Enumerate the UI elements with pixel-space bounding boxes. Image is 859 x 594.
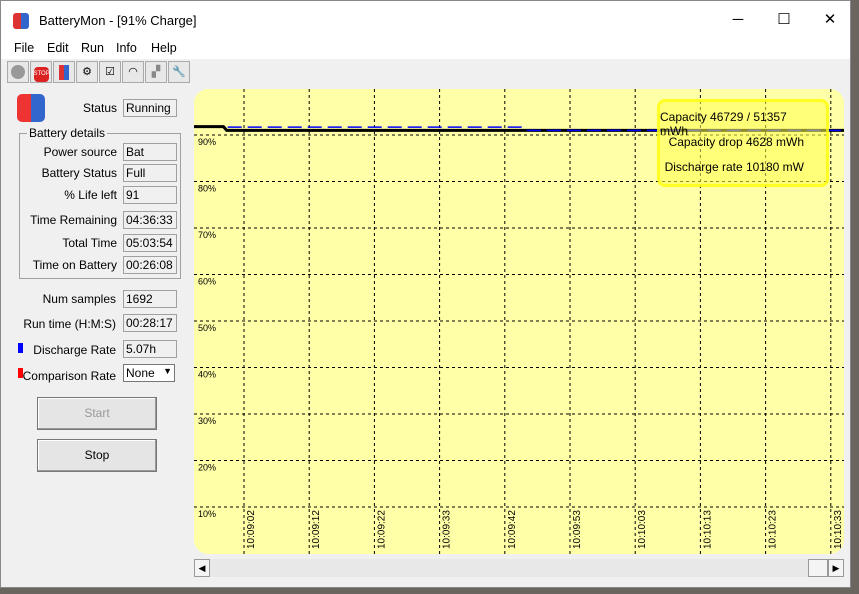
time-remaining-field: 04:36:33 [123, 211, 177, 229]
x-tick-label: 10:09:22 [376, 510, 387, 549]
stop-icon[interactable]: STOP [30, 61, 52, 83]
x-tick-label: 10:10:23 [768, 510, 779, 549]
life-left-field: 91 [123, 186, 177, 204]
batterymon-window: BatteryMon - [91% Charge] ─ ☐ ✕ File Edi… [0, 0, 851, 588]
comparison-rate-select[interactable]: None ▼ [123, 364, 175, 382]
menu-help[interactable]: Help [151, 41, 177, 55]
total-time-field: 05:03:54 [123, 234, 177, 252]
num-samples-field: 1692 [123, 290, 177, 308]
record-icon[interactable] [7, 61, 29, 83]
y-tick-label: 10% [198, 509, 216, 519]
menu-bar: File Edit Run Info Help [1, 39, 850, 59]
menu-run[interactable]: Run [81, 41, 104, 55]
horizontal-scrollbar[interactable]: ◀ ▶ [194, 559, 844, 577]
y-tick-label: 30% [198, 416, 216, 426]
y-tick-label: 20% [198, 463, 216, 473]
power-source-field: Bat [123, 143, 177, 161]
y-tick-label: 80% [198, 184, 216, 194]
start-button[interactable]: Start [37, 397, 157, 430]
x-tick-label: 10:09:53 [572, 510, 583, 549]
menu-edit[interactable]: Edit [47, 41, 69, 55]
discharge-rate-label: Discharge Rate [33, 343, 116, 357]
comparison-rate-value: None [126, 366, 155, 380]
x-tick-label: 10:09:33 [442, 510, 453, 549]
title-bar: BatteryMon - [91% Charge] ─ ☐ ✕ [1, 1, 850, 39]
y-tick-label: 40% [198, 370, 216, 380]
legend-discharge-rate: Discharge rate 10180 mW [664, 160, 804, 174]
x-tick-label: 10:09:02 [246, 510, 257, 549]
x-tick-label: 10:10:13 [702, 510, 713, 549]
legend-capacity: Capacity 46729 / 51357 mWh [660, 110, 787, 138]
time-remaining-label: Time Remaining [30, 213, 117, 227]
num-samples-label: Num samples [42, 292, 116, 306]
time-on-battery-label: Time on Battery [32, 258, 117, 272]
scroll-thumb[interactable] [808, 559, 828, 577]
tools-icon[interactable]: 🔧 [168, 61, 190, 83]
chart-legend: Capacity 46729 / 51357 mWh Capacity drop… [657, 99, 829, 187]
y-tick-label: 70% [198, 230, 216, 240]
app-icon [13, 13, 29, 29]
puzzle-icon[interactable]: ▞ [145, 61, 167, 83]
battery-details-title: Battery details [27, 126, 108, 140]
y-tick-label: 50% [198, 323, 216, 333]
menu-info[interactable]: Info [116, 41, 137, 55]
x-tick-label: 10:10:03 [637, 510, 648, 549]
chevron-down-icon: ▼ [163, 366, 172, 376]
x-tick-label: 10:09:12 [311, 510, 322, 549]
run-time-field: 00:28:17 [123, 314, 177, 332]
status-field: Running [123, 99, 177, 117]
discharge-rate-field: 5.07h [123, 340, 177, 358]
minimize-button[interactable]: ─ [715, 1, 761, 39]
scroll-right-arrow-icon[interactable]: ▶ [828, 559, 844, 577]
power-source-label: Power source [43, 145, 117, 159]
total-time-label: Total Time [62, 236, 117, 250]
window-title: BatteryMon - [91% Charge] [39, 13, 197, 28]
status-label: Status [82, 101, 117, 115]
x-tick-label: 10:09:42 [507, 510, 518, 549]
gauge-icon[interactable]: ◠ [122, 61, 144, 83]
run-time-label: Run time (H:M:S) [23, 317, 116, 331]
x-tick-label: 10:10:33 [833, 510, 844, 549]
battery-status-label: Battery Status [41, 166, 117, 180]
maximize-button[interactable]: ☐ [761, 1, 807, 39]
battery-icon[interactable] [53, 61, 75, 83]
life-left-label: % Life left [64, 188, 117, 202]
y-tick-label: 90% [198, 137, 216, 147]
close-button[interactable]: ✕ [807, 1, 853, 39]
time-on-battery-field: 00:26:08 [123, 256, 177, 274]
checklist-icon[interactable]: ☑ [99, 61, 121, 83]
scroll-left-arrow-icon[interactable]: ◀ [194, 559, 210, 577]
battery-status-field: Full [123, 164, 177, 182]
menu-file[interactable]: File [14, 41, 34, 55]
stop-button[interactable]: Stop [37, 439, 157, 472]
legend-capacity-drop: Capacity drop 4628 mWh [668, 135, 804, 149]
comparison-rate-label: Comparison Rate [22, 369, 116, 383]
y-tick-label: 60% [198, 277, 216, 287]
settings-info-icon[interactable]: ⚙ [76, 61, 98, 83]
